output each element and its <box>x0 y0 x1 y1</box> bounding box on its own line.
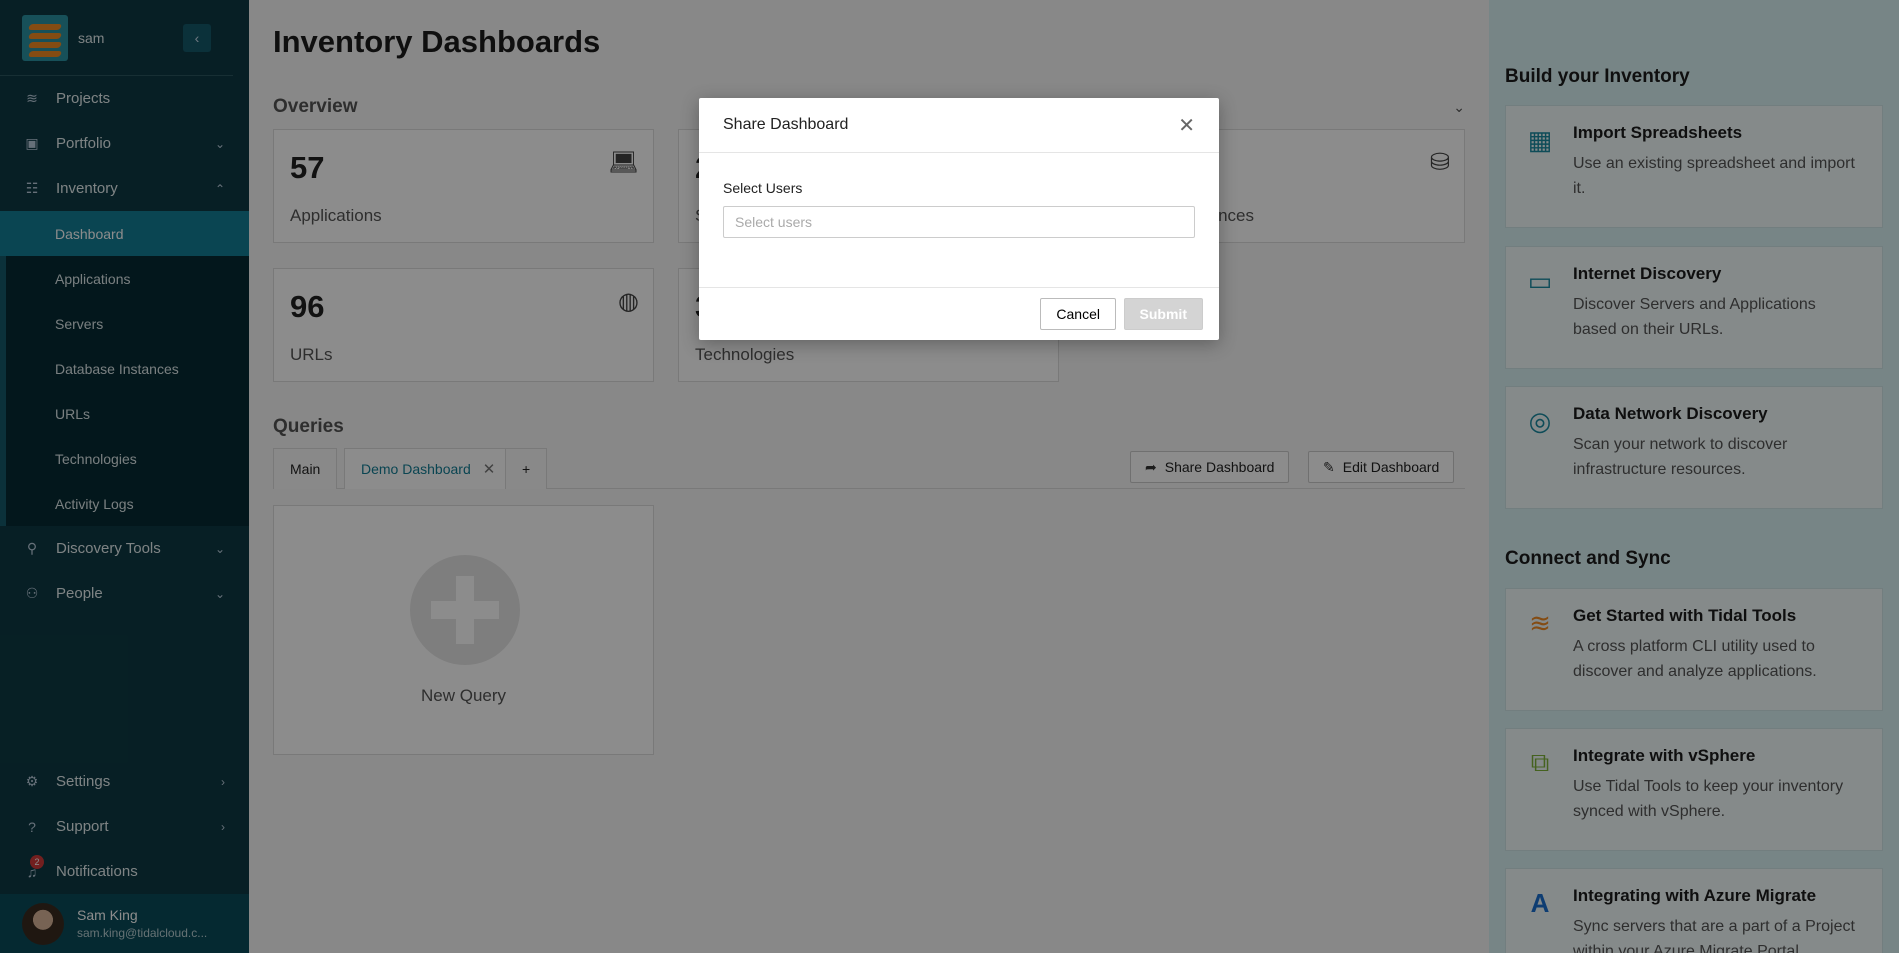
select-users-label: Select Users <box>723 180 803 196</box>
modal-header: Share Dashboard ✕ <box>699 98 1219 153</box>
cancel-button[interactable]: Cancel <box>1040 298 1116 330</box>
select-users-input[interactable] <box>723 206 1195 238</box>
modal-title: Share Dashboard <box>723 116 849 133</box>
submit-button[interactable]: Submit <box>1123 298 1203 330</box>
close-icon[interactable]: ✕ <box>1178 113 1195 138</box>
share-dashboard-modal: Share Dashboard ✕ Select Users Cancel Su… <box>699 98 1219 340</box>
modal-footer: Cancel Submit <box>699 287 1219 340</box>
